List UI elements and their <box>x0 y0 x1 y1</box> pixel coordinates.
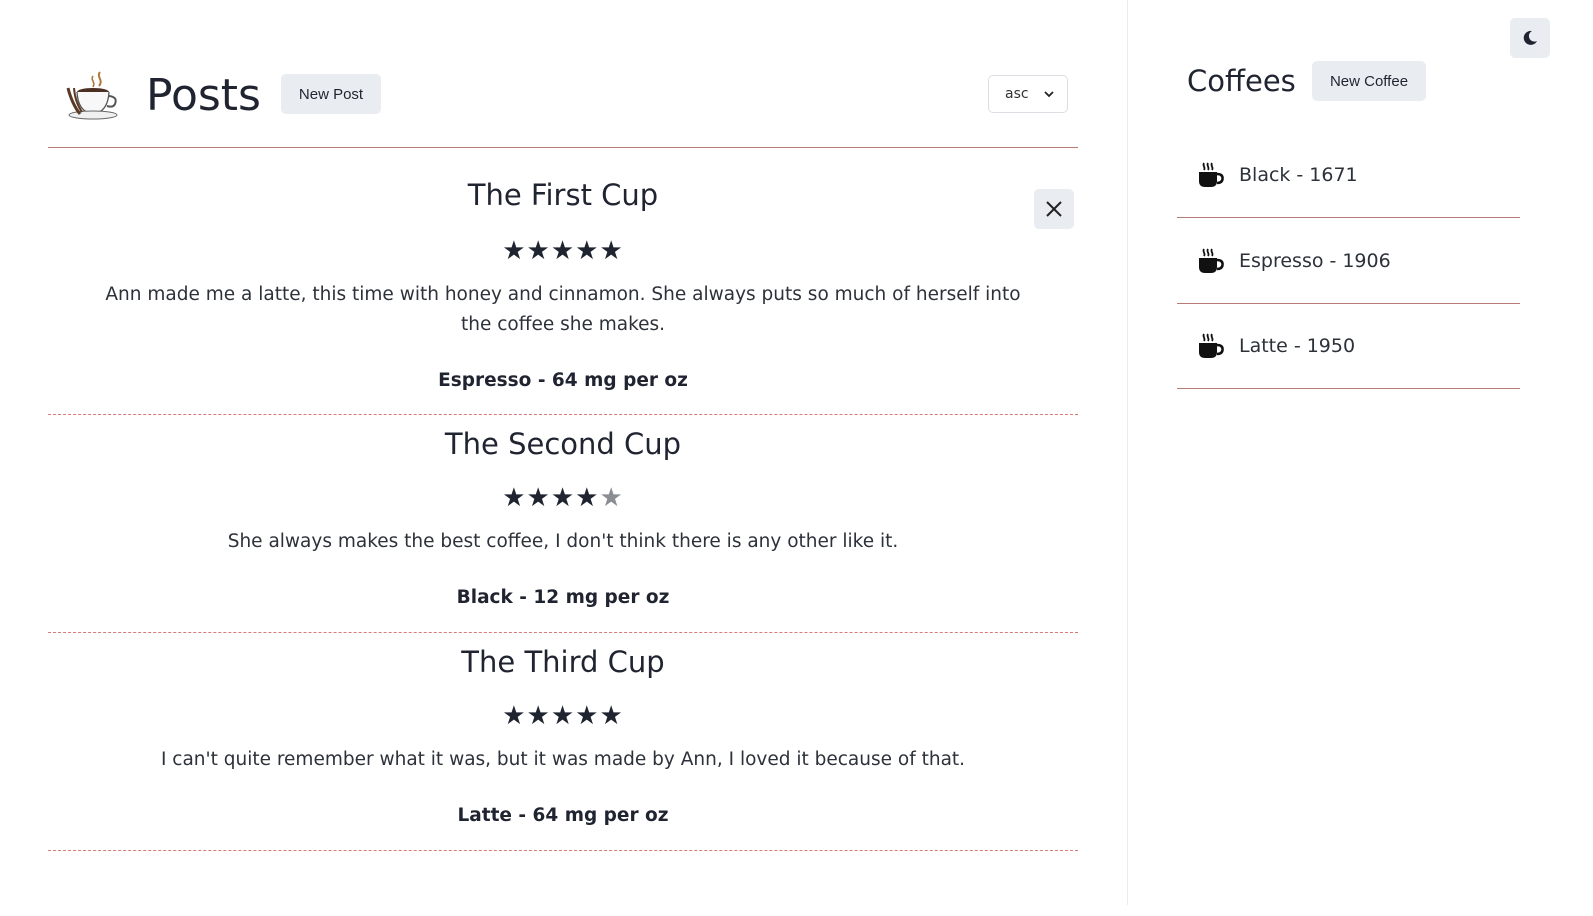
mug-hot-icon <box>1199 162 1224 187</box>
coffee-name: Latte <box>1239 334 1288 357</box>
post-card: The Second Cup ★★★★★ She always makes th… <box>48 415 1078 633</box>
coffee-list-item[interactable]: Black - 1671 <box>1177 132 1520 218</box>
theme-toggle-button[interactable] <box>1510 18 1550 58</box>
close-icon <box>1046 201 1062 217</box>
star-icon: ★ <box>502 236 527 266</box>
mug-hot-icon <box>1199 248 1224 273</box>
coffees-title: Coffees <box>1187 64 1296 98</box>
post-card: The First Cup ★★★★★ Ann made me a latte,… <box>48 148 1078 415</box>
star-rating: ★★★★★ <box>48 701 1078 731</box>
coffee-name: Espresso <box>1239 249 1324 272</box>
coffee-list-item[interactable]: Espresso - 1906 <box>1177 218 1520 304</box>
posts-header: Posts New Post asc <box>48 0 1078 148</box>
star-icon: ★ <box>599 701 624 731</box>
post-title: The Third Cup <box>461 645 665 679</box>
star-rating: ★★★★★ <box>48 236 1078 266</box>
panel-divider <box>1127 0 1128 905</box>
star-icon: ★ <box>502 483 527 513</box>
page-title: Posts <box>146 70 261 121</box>
coffee-name: Black <box>1239 163 1291 186</box>
posts-panel: Posts New Post asc The First Cup ★★★★★ A… <box>48 0 1078 916</box>
star-icon: ★ <box>526 701 551 731</box>
star-icon: ★ <box>526 236 551 266</box>
coffees-panel: Coffees New Coffee Black - 1671 Espresso… <box>1177 0 1520 916</box>
moon-icon <box>1523 30 1537 45</box>
close-post-button[interactable] <box>1034 189 1074 229</box>
post-body: Ann made me a latte, this time with hone… <box>105 284 1021 335</box>
post-title: The First Cup <box>467 178 659 212</box>
coffee-cup-logo-icon <box>66 71 118 120</box>
star-icon: ★ <box>550 236 576 266</box>
post-body: She always makes the best coffee, I don'… <box>227 531 899 552</box>
star-icon: ★ <box>575 236 600 266</box>
post-coffee-info: Espresso - 64 mg per oz <box>438 370 688 391</box>
star-icon: ★ <box>526 483 551 513</box>
sort-order-select[interactable]: asc <box>988 75 1068 113</box>
coffee-year: 1950 <box>1306 334 1356 357</box>
star-icon: ★ <box>575 701 600 731</box>
post-coffee-info: Latte - 64 mg per oz <box>457 805 669 826</box>
coffee-separator: - <box>1329 249 1337 272</box>
new-coffee-button[interactable]: New Coffee <box>1312 61 1426 101</box>
star-icon: ★ <box>550 701 576 731</box>
coffee-separator: - <box>1296 163 1304 186</box>
star-icon: ★ <box>599 483 624 513</box>
post-title: The Second Cup <box>444 427 682 461</box>
star-icon: ★ <box>502 701 527 731</box>
star-icon: ★ <box>550 483 576 513</box>
post-card: The Third Cup ★★★★★ I can't quite rememb… <box>48 633 1078 851</box>
post-coffee-info: Black - 12 mg per oz <box>456 587 670 608</box>
mug-hot-icon <box>1199 333 1224 358</box>
coffee-list-item[interactable]: Latte - 1950 <box>1177 303 1520 389</box>
star-icon: ★ <box>599 236 624 266</box>
app: Posts New Post asc The First Cup ★★★★★ A… <box>0 0 1593 916</box>
sort-order-value: asc <box>1005 86 1029 102</box>
coffee-year: 1906 <box>1342 249 1391 272</box>
coffee-year: 1671 <box>1309 163 1358 186</box>
star-icon: ★ <box>575 483 600 513</box>
chevron-down-icon <box>1044 91 1054 98</box>
star-rating: ★★★★★ <box>48 483 1078 513</box>
coffee-separator: - <box>1293 334 1301 357</box>
new-post-button[interactable]: New Post <box>281 74 381 114</box>
post-body: I can't quite remember what it was, but … <box>160 749 966 770</box>
